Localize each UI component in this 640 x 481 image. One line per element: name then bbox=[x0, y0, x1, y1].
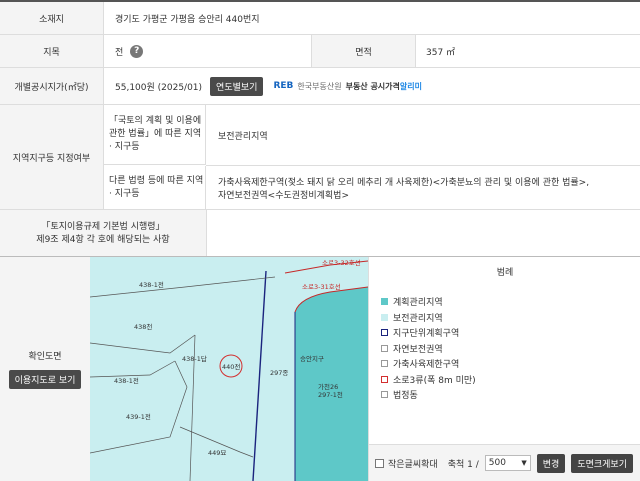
decree-label: 「토지이용규제 기본법 시행령」 제9조 제4항 각 호에 해당되는 사항 bbox=[0, 210, 207, 257]
scale-label: 축척 1 / bbox=[447, 459, 479, 470]
legend-label: 법정동 bbox=[393, 391, 418, 402]
land-category-label: 지목 bbox=[0, 35, 104, 67]
chevron-down-icon: ▼ bbox=[521, 459, 527, 467]
legend-list: 계획관리지역 보전관리지역 지구단위계획구역 자연보전권역 가축사육제한구역 소… bbox=[381, 294, 640, 403]
decree-label-line-2: 제9조 제4항 각 호에 해당되는 사항 bbox=[36, 234, 170, 245]
land-category-row: 지목 전 ? 면적 357 ㎡ bbox=[0, 35, 640, 68]
legend-item-planning-area: 계획관리지역 bbox=[381, 294, 640, 310]
parcel-label: 승안지구 bbox=[300, 354, 324, 363]
help-icon[interactable]: ? bbox=[130, 44, 144, 58]
decree-label-line-1: 「토지이용규제 기본법 시행령」 bbox=[41, 221, 165, 232]
location-value: 경기도 가평군 가평읍 승안리 440번지 bbox=[115, 14, 260, 25]
parcel-label: 438-1전 bbox=[139, 280, 164, 289]
zoom-text-option[interactable]: 작은글씨확대 bbox=[375, 457, 438, 470]
national-law-label: 「국토의 계획 및 이용에 관한 법률」에 따른 지역 · 지구등 bbox=[103, 105, 206, 165]
location-label: 소재지 bbox=[0, 2, 104, 34]
yearly-view-button[interactable]: 연도별보기 bbox=[210, 76, 264, 96]
map-label-cell: 확인도면 이용지도로 보기 bbox=[0, 257, 91, 481]
parcel-label: 297-1천 bbox=[318, 390, 343, 399]
legend-label: 보전관리지역 bbox=[393, 313, 443, 324]
change-scale-button[interactable]: 변경 bbox=[536, 453, 566, 473]
zoning-label: 지역지구등 지정여부 bbox=[0, 105, 104, 209]
other-law-value-line-2: 자연보전권역<수도권정비계획법> bbox=[218, 191, 350, 201]
reb-alert-name: 알리미 bbox=[399, 81, 422, 91]
legend-label: 가축사육제한구역 bbox=[393, 360, 460, 371]
checkbox-icon[interactable] bbox=[375, 458, 384, 468]
enlarge-map-button[interactable]: 도면크게보기 bbox=[571, 453, 633, 473]
road-label: 소로3-32호선 bbox=[322, 258, 361, 267]
parcel-label: 438-1전 bbox=[114, 376, 139, 385]
navy-outline-swatch-icon bbox=[381, 329, 388, 337]
cadastral-map[interactable]: 438-1전 438천 438-1답 438-1전 439-1전 440전 29… bbox=[90, 257, 368, 481]
other-law-label: 다른 법령 등에 따른 지역 · 지구등 bbox=[103, 166, 206, 210]
other-law-value-line-1: 가축사육제한구역(젖소 돼지 닭 오리 메추리 개 사육제한)<가축분뇨의 관리… bbox=[218, 178, 590, 188]
zoning-row: 지역지구등 지정여부 「국토의 계획 및 이용에 관한 법률」에 따른 지역 ·… bbox=[0, 105, 640, 210]
reb-org-name: 한국부동산원 bbox=[297, 81, 342, 91]
other-law-value: 가축사육제한구역(젖소 돼지 닭 오리 메추리 개 사육제한)<가축분뇨의 관리… bbox=[218, 177, 589, 203]
legend-label: 소로3류(폭 8m 미만) bbox=[393, 375, 476, 386]
legend-item-nature-reserve: 자연보전권역 bbox=[381, 341, 640, 357]
legend-item-legal-dong: 법정동 bbox=[381, 387, 640, 403]
road-label: 소로3-31호선 bbox=[302, 282, 341, 291]
parcel-label: 439-1전 bbox=[126, 412, 151, 421]
legend-item-district-plan: 지구단위계획구역 bbox=[381, 325, 640, 341]
parcel-label: 438-1답 bbox=[182, 355, 207, 363]
legend-label: 지구단위계획구역 bbox=[393, 329, 460, 340]
divider bbox=[206, 165, 640, 166]
reb-logo-icon: REB bbox=[273, 81, 294, 91]
parcel-label: 440전 bbox=[222, 362, 240, 371]
parcel-label: 297종 bbox=[270, 369, 288, 377]
decree-row: 「토지이용규제 기본법 시행령」 제9조 제4항 각 호에 해당되는 사항 bbox=[0, 210, 640, 258]
teal-swatch-icon bbox=[381, 298, 388, 306]
gray-outline-swatch-icon bbox=[381, 391, 388, 399]
legend-label: 계획관리지역 bbox=[393, 298, 443, 309]
legend-label: 자연보전권역 bbox=[393, 344, 443, 355]
scale-select[interactable]: 500 ▼ bbox=[484, 455, 531, 471]
light-teal-swatch-icon bbox=[381, 313, 388, 321]
reb-link[interactable]: REB 한국부동산원 부동산 공시가격 알리미 bbox=[263, 81, 422, 92]
price-label: 개별공시지가(㎡당) bbox=[0, 68, 104, 104]
location-row: 소재지 경기도 가평군 가평읍 승안리 440번지 bbox=[0, 2, 640, 35]
legend-item-conservation-area: 보전관리지역 bbox=[381, 310, 640, 326]
parcel-label: 438천 bbox=[134, 322, 152, 331]
parcel-label: 가천26 bbox=[318, 382, 338, 391]
land-category-value: 전 bbox=[115, 47, 124, 58]
national-law-value: 보전관리지역 bbox=[218, 131, 268, 142]
red-outline-swatch-icon bbox=[381, 375, 388, 383]
price-row: 개별공시지가(㎡당) 55,100원 (2025/01) 연도별보기 REB 한… bbox=[0, 68, 640, 105]
price-value: 55,100원 (2025/01) bbox=[115, 82, 203, 93]
legend-panel: 범례 계획관리지역 보전관리지역 지구단위계획구역 자연보전권역 가축사육제한구… bbox=[368, 257, 640, 481]
area-label: 면적 bbox=[311, 35, 416, 67]
scale-value: 500 bbox=[488, 458, 506, 468]
land-info-table: 소재지 경기도 가평군 가평읍 승안리 440번지 지목 전 ? 면적 357 … bbox=[0, 0, 640, 258]
legend-item-small-road: 소로3류(폭 8m 미만) bbox=[381, 372, 640, 388]
gray-outline-swatch-icon bbox=[381, 344, 388, 352]
decree-value bbox=[206, 210, 219, 257]
price-cell: 55,100원 (2025/01) 연도별보기 REB 한국부동산원 부동산 공… bbox=[103, 68, 422, 104]
area-value: 357 ㎡ bbox=[426, 47, 456, 58]
map-controls: 작은글씨확대 축척 1 / 500 ▼ 변경 도면크게보기 bbox=[369, 444, 640, 481]
map-label: 확인도면 bbox=[28, 352, 62, 362]
land-use-map-button[interactable]: 이용지도로 보기 bbox=[8, 370, 82, 389]
zoom-text-label: 작은글씨확대 bbox=[388, 459, 438, 470]
map-section: 확인도면 이용지도로 보기 438-1전 438천 438-1답 438-1전 … bbox=[0, 256, 640, 481]
land-category-cell: 전 ? bbox=[103, 35, 144, 67]
parcel-label: 449묘 bbox=[208, 449, 226, 457]
legend-item-livestock: 가축사육제한구역 bbox=[381, 356, 640, 372]
gray-outline-swatch-icon bbox=[381, 360, 388, 368]
reb-service-name: 부동산 공시가격 bbox=[345, 81, 400, 91]
legend-title: 범례 bbox=[496, 268, 514, 278]
